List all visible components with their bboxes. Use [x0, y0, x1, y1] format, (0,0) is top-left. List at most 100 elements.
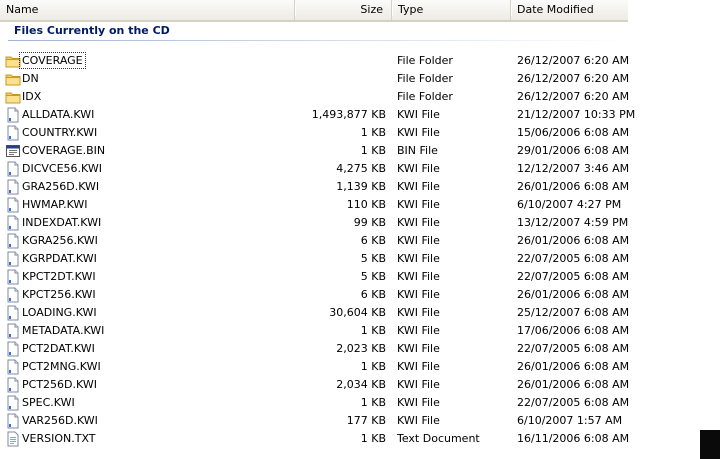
file-size: 1 KB	[360, 396, 386, 409]
file-icon	[5, 179, 21, 195]
bin-file-icon	[5, 143, 21, 159]
folder-icon	[5, 71, 21, 87]
file-row[interactable]: VERSION.TXT 1 KB Text Document 16/11/2006 6…	[0, 430, 629, 448]
file-row[interactable]: INDEXDAT.KWI 99 KB KWI File 13/12/2007 4:59…	[0, 214, 628, 232]
file-name: VERSION.TXT	[22, 432, 96, 445]
file-size: 5 KB	[360, 252, 386, 265]
folder-icon	[5, 89, 21, 105]
file-name: DICVCE56.KWI	[22, 162, 102, 175]
file-icon	[5, 161, 21, 177]
file-row[interactable]: PCT256D.KWI 2,034 KB KWI File 26/01/2006 6:…	[0, 376, 630, 394]
file-date-modified: 26/01/2006 6:08 AM	[517, 378, 630, 391]
file-date-modified: 15/06/2006 6:08 AM	[517, 126, 630, 139]
file-type: KWI File	[397, 162, 440, 175]
file-icon	[5, 197, 21, 213]
file-row[interactable]: KGRA256.KWI 6 KB KWI File 26/01/2006 6:08 A…	[0, 232, 630, 250]
file-icon	[5, 395, 21, 411]
file-date-modified: 29/01/2006 6:08 AM	[517, 144, 630, 157]
file-type: File Folder	[397, 54, 453, 67]
file-row[interactable]: KPCT256.KWI 6 KB KWI File 26/01/2006 6:08 A…	[0, 286, 629, 304]
file-icon	[5, 125, 21, 141]
file-row[interactable]: GRA256D.KWI 1,139 KB KWI File 26/01/2006 6:…	[0, 178, 630, 196]
file-row[interactable]: PCT2DAT.KWI 2,023 KB KWI File 22/07/2005 6:…	[0, 340, 630, 358]
file-row[interactable]: KGRPDAT.KWI 5 KB KWI File 22/07/2005 6:08 A…	[0, 250, 629, 268]
file-name: KGRA256.KWI	[22, 234, 98, 247]
file-name: KPCT256.KWI	[22, 288, 96, 301]
file-date-modified: 13/12/2007 4:59 PM	[517, 216, 629, 229]
file-row[interactable]: COVERAGE.BIN 1 KB BIN File 29/01/2006 6:08 …	[0, 142, 630, 160]
file-type: KWI File	[397, 306, 440, 319]
window-edge	[700, 430, 720, 459]
file-type: KWI File	[397, 324, 440, 337]
file-icon	[5, 323, 21, 339]
file-name: LOADING.KWI	[22, 306, 97, 319]
file-icon	[5, 269, 21, 285]
file-size: 110 KB	[346, 198, 386, 211]
file-date-modified: 26/12/2007 6:20 AM	[517, 90, 630, 103]
file-date-modified: 26/01/2006 6:08 AM	[517, 360, 630, 373]
file-date-modified: 21/12/2007 10:33 PM	[517, 108, 636, 121]
file-type: BIN File	[397, 144, 438, 157]
file-type: KWI File	[397, 288, 440, 301]
file-name: SPEC.KWI	[22, 396, 75, 409]
file-name: VAR256D.KWI	[22, 414, 98, 427]
file-row[interactable]: METADATA.KWI 1 KB KWI File 17/06/2006 6:08 …	[0, 322, 629, 340]
file-size: 2,023 KB	[336, 342, 386, 355]
file-name: PCT2MNG.KWI	[22, 360, 101, 373]
file-row[interactable]: COVERAGE File Folder 26/12/2007 6:20 AM	[0, 52, 630, 70]
file-date-modified: 26/01/2006 6:08 AM	[517, 234, 630, 247]
file-name: KPCT2DT.KWI	[22, 270, 96, 283]
file-name: PCT256D.KWI	[22, 378, 97, 391]
file-name: COVERAGE.BIN	[22, 144, 106, 157]
column-header-type[interactable]: Type	[392, 0, 512, 20]
file-icon	[5, 215, 21, 231]
group-header: Files Currently on the CD	[0, 22, 628, 42]
file-row[interactable]: VAR256D.KWI 177 KB KWI File 6/10/2007 1:57 …	[0, 412, 628, 430]
file-date-modified: 22/07/2005 6:08 AM	[517, 396, 630, 409]
file-size: 1 KB	[360, 432, 386, 445]
file-type: File Folder	[397, 72, 453, 85]
file-row[interactable]: HWMAP.KWI 110 KB KWI File 6/10/2007 4:27 PM	[0, 196, 628, 214]
file-size: 1 KB	[360, 324, 386, 337]
group-divider	[8, 40, 628, 41]
file-row[interactable]: ALLDATA.KWI 1,493,877 KB KWI File 21/12/200…	[0, 106, 635, 124]
file-size: 1,139 KB	[336, 180, 386, 193]
file-type: KWI File	[397, 342, 440, 355]
file-type: KWI File	[397, 198, 440, 211]
file-name: METADATA.KWI	[22, 324, 105, 337]
file-icon	[5, 287, 21, 303]
file-date-modified: 6/10/2007 1:57 AM	[517, 414, 623, 427]
file-row[interactable]: LOADING.KWI 30,604 KB KWI File 25/12/2007 6…	[0, 304, 629, 322]
file-name: COVERAGE	[19, 52, 86, 69]
file-size: 99 KB	[353, 216, 386, 229]
file-date-modified: 22/07/2005 6:08 AM	[517, 342, 630, 355]
file-date-modified: 26/12/2007 6:20 AM	[517, 54, 630, 67]
file-type: KWI File	[397, 216, 440, 229]
file-icon	[5, 305, 21, 321]
column-header-date-modified[interactable]: Date Modified	[511, 0, 628, 20]
file-row[interactable]: SPEC.KWI 1 KB KWI File 22/07/2005 6:08 AM	[0, 394, 630, 412]
file-type: Text Document	[397, 432, 480, 445]
file-type: KWI File	[397, 108, 440, 121]
column-header-size[interactable]: Size	[295, 0, 393, 20]
file-row[interactable]: DN File Folder 26/12/2007 6:20 AM	[0, 70, 629, 88]
file-date-modified: 26/01/2006 6:08 AM	[517, 180, 630, 193]
file-row[interactable]: COUNTRY.KWI 1 KB KWI File 15/06/2006 6:08 A…	[0, 124, 630, 142]
file-type: KWI File	[397, 378, 440, 391]
file-name: HWMAP.KWI	[22, 198, 88, 211]
file-name: IDX	[22, 90, 42, 103]
file-type: KWI File	[397, 180, 440, 193]
file-row[interactable]: PCT2MNG.KWI 1 KB KWI File 26/01/2006 6:08 A…	[0, 358, 630, 376]
file-row[interactable]: KPCT2DT.KWI 5 KB KWI File 22/07/2005 6:08 A…	[0, 268, 629, 286]
file-icon	[5, 341, 21, 357]
file-size: 6 KB	[360, 234, 386, 247]
file-name: COUNTRY.KWI	[22, 126, 98, 139]
file-icon	[5, 107, 21, 123]
file-type: KWI File	[397, 414, 440, 427]
folder-icon	[5, 53, 21, 69]
file-type: KWI File	[397, 360, 440, 373]
file-row[interactable]: DICVCE56.KWI 4,275 KB KWI File 12/12/2007 3…	[0, 160, 629, 178]
column-header-bar: Name Size Type Date Modified	[0, 0, 628, 22]
column-header-name[interactable]: Name	[0, 0, 296, 20]
file-row[interactable]: IDX File Folder 26/12/2007 6:20 AM	[0, 88, 630, 106]
